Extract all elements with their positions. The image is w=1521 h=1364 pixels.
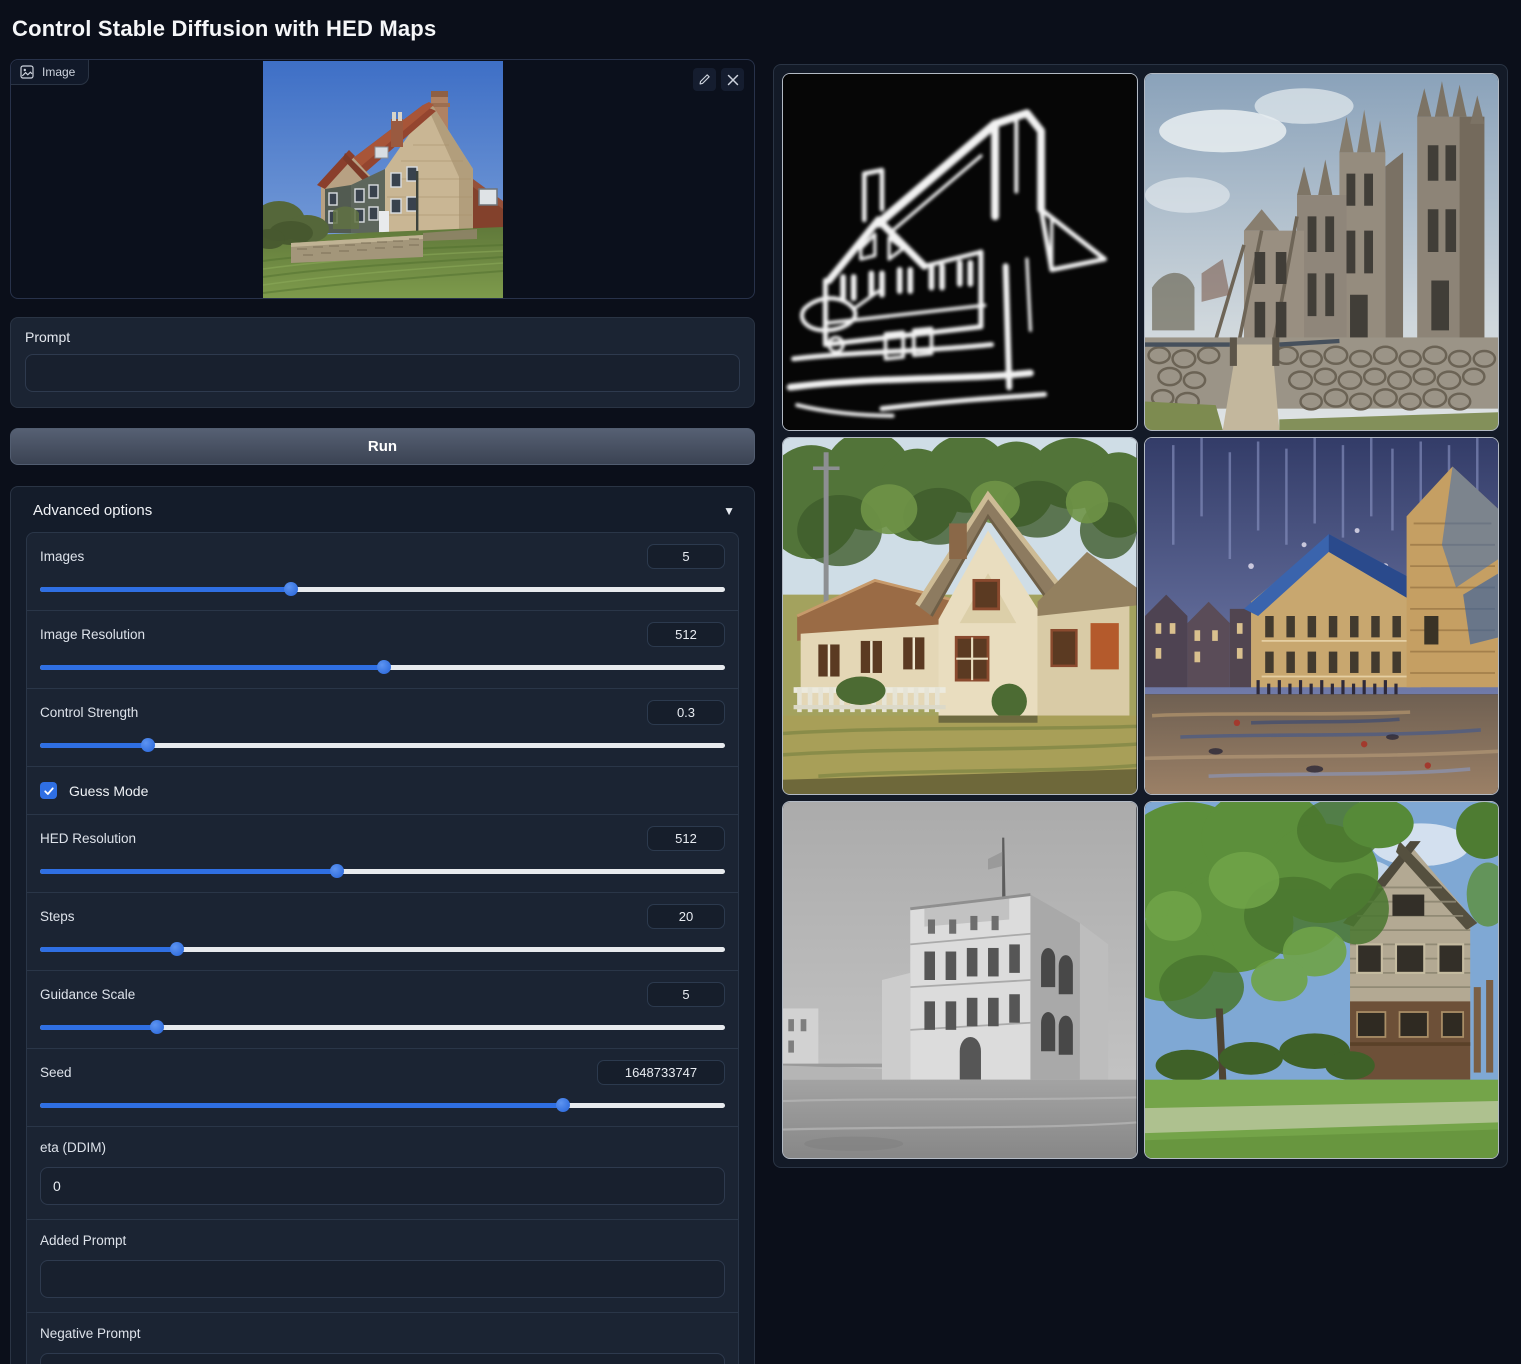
gallery-item-painterly-cottage[interactable] (782, 437, 1138, 795)
seed-slider-handle[interactable] (556, 1098, 570, 1112)
steps-value-input[interactable] (647, 904, 725, 929)
advanced-options-form: Images Image Resolution (26, 532, 739, 1364)
guidance-scale-slider[interactable] (40, 1020, 725, 1034)
result-gallery (773, 64, 1508, 1168)
hed-resolution-value-input[interactable] (647, 826, 725, 851)
negative-prompt-label: Negative Prompt (40, 1326, 725, 1341)
steps-row: Steps (27, 893, 738, 971)
eta-label: eta (DDIM) (40, 1140, 725, 1155)
gallery-item-cathedral[interactable] (1144, 73, 1500, 431)
seed-row: Seed (27, 1049, 738, 1127)
gallery-item-bw-building[interactable] (782, 801, 1138, 1159)
images-label: Images (40, 549, 84, 564)
seed-slider[interactable] (40, 1098, 725, 1112)
guess-mode-checkbox[interactable] (40, 782, 57, 799)
gallery-item-hed-map[interactable] (782, 73, 1138, 431)
control-strength-label: Control Strength (40, 705, 138, 720)
eta-input[interactable] (40, 1167, 725, 1205)
image-resolution-row: Image Resolution (27, 611, 738, 689)
app-root: Control Stable Diffusion with HED Maps I… (0, 0, 1521, 1364)
advanced-options-header[interactable]: Advanced options ▼ (33, 502, 737, 519)
close-icon (727, 74, 739, 86)
control-strength-slider[interactable] (40, 738, 725, 752)
negative-prompt-row: Negative Prompt (27, 1313, 738, 1364)
prompt-input[interactable] (25, 354, 740, 392)
run-button[interactable]: Run (10, 428, 755, 465)
images-slider-handle[interactable] (284, 582, 298, 596)
added-prompt-row: Added Prompt (27, 1220, 738, 1313)
negative-prompt-input[interactable] (40, 1353, 725, 1364)
prompt-panel: Prompt (10, 317, 755, 408)
hed-resolution-slider[interactable] (40, 864, 725, 878)
hed-resolution-slider-handle[interactable] (330, 864, 344, 878)
control-strength-slider-handle[interactable] (141, 738, 155, 752)
uploaded-house-photo (263, 61, 503, 299)
image-input-label-text: Image (42, 65, 75, 79)
image-actions (693, 68, 744, 91)
image-icon (20, 65, 34, 79)
guess-mode-label[interactable]: Guess Mode (69, 783, 148, 799)
control-strength-row: Control Strength (27, 689, 738, 767)
image-resolution-slider[interactable] (40, 660, 725, 674)
eta-row: eta (DDIM) (27, 1127, 738, 1220)
images-value-input[interactable] (647, 544, 725, 569)
guidance-scale-slider-handle[interactable] (150, 1020, 164, 1034)
seed-value-input[interactable] (597, 1060, 725, 1085)
steps-slider[interactable] (40, 942, 725, 956)
guidance-scale-value-input[interactable] (647, 982, 725, 1007)
prompt-label: Prompt (25, 329, 740, 345)
guidance-scale-row: Guidance Scale (27, 971, 738, 1049)
advanced-options-panel: Advanced options ▼ Images (10, 486, 755, 1364)
advanced-options-title: Advanced options (33, 502, 152, 519)
added-prompt-label: Added Prompt (40, 1233, 725, 1248)
hed-resolution-label: HED Resolution (40, 831, 136, 846)
image-input-label: Image (11, 60, 89, 85)
guidance-scale-label: Guidance Scale (40, 987, 135, 1002)
steps-slider-handle[interactable] (170, 942, 184, 956)
image-resolution-label: Image Resolution (40, 627, 145, 642)
main-columns: Image (10, 59, 1508, 1364)
clear-image-button[interactable] (721, 68, 744, 91)
page-title: Control Stable Diffusion with HED Maps (12, 16, 1508, 42)
guess-mode-row: Guess Mode (27, 767, 738, 815)
image-input[interactable]: Image (10, 59, 755, 299)
steps-label: Steps (40, 909, 75, 924)
image-resolution-value-input[interactable] (647, 622, 725, 647)
added-prompt-input[interactable] (40, 1260, 725, 1298)
gallery-item-stone-house[interactable] (1144, 801, 1500, 1159)
edit-image-button[interactable] (693, 68, 716, 91)
images-row: Images (27, 533, 738, 611)
hed-resolution-row: HED Resolution (27, 815, 738, 893)
controls-column: Image (10, 59, 755, 1364)
gallery-item-impressionist-street[interactable] (1144, 437, 1500, 795)
image-resolution-slider-handle[interactable] (377, 660, 391, 674)
check-icon (43, 785, 55, 797)
images-slider[interactable] (40, 582, 725, 596)
accordion-caret-icon: ▼ (723, 504, 735, 518)
control-strength-value-input[interactable] (647, 700, 725, 725)
pencil-icon (698, 73, 711, 86)
seed-label: Seed (40, 1065, 72, 1080)
